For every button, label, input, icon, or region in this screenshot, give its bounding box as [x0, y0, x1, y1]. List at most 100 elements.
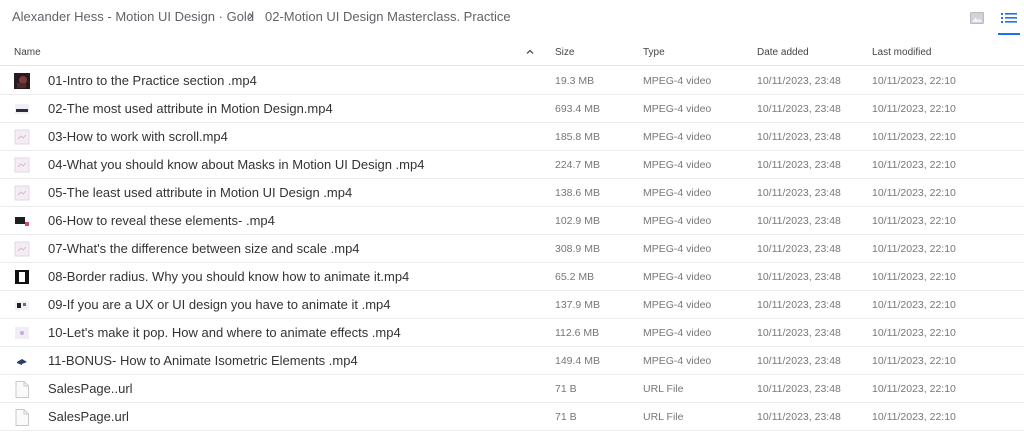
file-size: 308.9 MB — [555, 243, 600, 255]
file-last-modified: 10/11/2023, 22:10 — [872, 131, 956, 143]
video-thumbnail-icon — [14, 353, 30, 369]
file-name[interactable]: 08-Border radius. Why you should know ho… — [48, 269, 409, 284]
file-date-added: 10/11/2023, 23:48 — [757, 187, 841, 199]
file-size: 149.4 MB — [555, 355, 600, 367]
list-view-button[interactable] — [998, 8, 1020, 28]
video-thumbnail-icon — [14, 73, 30, 89]
file-size: 138.6 MB — [555, 187, 600, 199]
column-header-last-modified[interactable]: Last modified — [872, 47, 931, 58]
video-thumbnail-icon — [14, 297, 30, 313]
file-date-added: 10/11/2023, 23:48 — [757, 131, 841, 143]
file-row[interactable]: 02-The most used attribute in Motion Des… — [0, 95, 1024, 123]
breadcrumb-parent[interactable]: Alexander Hess - Motion UI Design · Gold — [12, 9, 254, 24]
file-row[interactable]: 08-Border radius. Why you should know ho… — [0, 263, 1024, 291]
file-type: MPEG-4 video — [643, 271, 712, 283]
file-size: 19.3 MB — [555, 75, 595, 87]
file-size: 224.7 MB — [555, 159, 600, 171]
column-header-name[interactable]: Name — [14, 47, 41, 58]
column-header-size[interactable]: Size — [555, 47, 574, 58]
file-type: MPEG-4 video — [643, 327, 712, 339]
breadcrumb-separator-icon: › — [248, 7, 253, 24]
file-last-modified: 10/11/2023, 22:10 — [872, 243, 956, 255]
file-size: 65.2 MB — [555, 271, 595, 283]
chevron-up-icon[interactable] — [525, 47, 535, 57]
file-row[interactable]: 01-Intro to the Practice section .mp4 19.… — [0, 67, 1024, 95]
file-name[interactable]: 05-The least used attribute in Motion UI… — [48, 185, 352, 200]
file-size: 71 B — [555, 411, 577, 423]
top-bar: Alexander Hess - Motion UI Design · Gold… — [0, 0, 1024, 36]
file-name[interactable]: 07-What's the difference between size an… — [48, 241, 360, 256]
file-type: MPEG-4 video — [643, 299, 712, 311]
file-size: 71 B — [555, 383, 577, 395]
file-size: 102.9 MB — [555, 215, 600, 227]
video-thumbnail-icon — [14, 101, 30, 117]
column-header-row: Name Size Type Date added Last modified — [0, 40, 1024, 66]
file-date-added: 10/11/2023, 23:48 — [757, 75, 841, 87]
file-last-modified: 10/11/2023, 22:10 — [872, 411, 956, 423]
file-date-added: 10/11/2023, 23:48 — [757, 299, 841, 311]
file-last-modified: 10/11/2023, 22:10 — [872, 383, 956, 395]
image-icon — [970, 12, 984, 24]
file-row[interactable]: 10-Let's make it pop. How and where to a… — [0, 319, 1024, 347]
file-type: MPEG-4 video — [643, 355, 712, 367]
file-last-modified: 10/11/2023, 22:10 — [872, 355, 956, 367]
file-name[interactable]: SalesPage..url — [48, 381, 133, 396]
column-header-date-added[interactable]: Date added — [757, 47, 809, 58]
file-row[interactable]: 03-How to work with scroll.mp4 185.8 MB MP… — [0, 123, 1024, 151]
column-header-type[interactable]: Type — [643, 47, 665, 58]
file-type: MPEG-4 video — [643, 215, 712, 227]
file-date-added: 10/11/2023, 23:48 — [757, 327, 841, 339]
file-row[interactable]: 06-How to reveal these elements- .mp4 102… — [0, 207, 1024, 235]
file-name[interactable]: 09-If you are a UX or UI design you have… — [48, 297, 391, 312]
file-date-added: 10/11/2023, 23:48 — [757, 383, 841, 395]
file-name[interactable]: 01-Intro to the Practice section .mp4 — [48, 73, 257, 88]
video-thumbnail-icon — [14, 129, 30, 145]
file-icon — [14, 380, 30, 398]
file-last-modified: 10/11/2023, 22:10 — [872, 299, 956, 311]
file-row[interactable]: SalesPage..url 71 B URL File 10/11/2023, 23… — [0, 375, 1024, 403]
file-last-modified: 10/11/2023, 22:10 — [872, 75, 956, 87]
video-thumbnail-icon — [14, 157, 30, 173]
file-list: 01-Intro to the Practice section .mp4 19.… — [0, 67, 1024, 431]
file-row[interactable]: 05-The least used attribute in Motion UI… — [0, 179, 1024, 207]
video-thumbnail-icon — [14, 325, 30, 341]
file-type: URL File — [643, 383, 684, 395]
breadcrumb-current: 02-Motion UI Design Masterclass. Practic… — [265, 9, 511, 24]
file-name[interactable]: SalesPage.url — [48, 409, 129, 424]
file-name[interactable]: 11-BONUS- How to Animate Isometric Eleme… — [48, 353, 358, 368]
file-date-added: 10/11/2023, 23:48 — [757, 271, 841, 283]
file-row[interactable]: 09-If you are a UX or UI design you have… — [0, 291, 1024, 319]
grid-view-button[interactable] — [966, 8, 988, 28]
file-date-added: 10/11/2023, 23:48 — [757, 103, 841, 115]
file-name[interactable]: 03-How to work with scroll.mp4 — [48, 129, 228, 144]
video-thumbnail-icon — [14, 269, 30, 285]
file-size: 185.8 MB — [555, 131, 600, 143]
file-row[interactable]: SalesPage.url 71 B URL File 10/11/2023, 23:… — [0, 403, 1024, 431]
file-type: MPEG-4 video — [643, 103, 712, 115]
file-last-modified: 10/11/2023, 22:10 — [872, 327, 956, 339]
file-name[interactable]: 06-How to reveal these elements- .mp4 — [48, 213, 275, 228]
file-date-added: 10/11/2023, 23:48 — [757, 243, 841, 255]
file-last-modified: 10/11/2023, 22:10 — [872, 103, 956, 115]
file-date-added: 10/11/2023, 23:48 — [757, 159, 841, 171]
video-thumbnail-icon — [14, 213, 30, 229]
file-row[interactable]: 04-What you should know about Masks in M… — [0, 151, 1024, 179]
file-date-added: 10/11/2023, 23:48 — [757, 411, 841, 423]
file-name[interactable]: 02-The most used attribute in Motion Des… — [48, 101, 333, 116]
video-thumbnail-icon — [14, 185, 30, 201]
file-date-added: 10/11/2023, 23:48 — [757, 355, 841, 367]
file-last-modified: 10/11/2023, 22:10 — [872, 271, 956, 283]
file-name[interactable]: 04-What you should know about Masks in M… — [48, 157, 424, 172]
file-row[interactable]: 07-What's the difference between size an… — [0, 235, 1024, 263]
file-type: MPEG-4 video — [643, 187, 712, 199]
file-size: 693.4 MB — [555, 103, 600, 115]
list-icon — [1001, 13, 1017, 23]
file-size: 137.9 MB — [555, 299, 600, 311]
file-row[interactable]: 11-BONUS- How to Animate Isometric Eleme… — [0, 347, 1024, 375]
file-size: 112.6 MB — [555, 327, 600, 339]
video-thumbnail-icon — [14, 241, 30, 257]
file-type: MPEG-4 video — [643, 75, 712, 87]
file-last-modified: 10/11/2023, 22:10 — [872, 215, 956, 227]
file-name[interactable]: 10-Let's make it pop. How and where to a… — [48, 325, 401, 340]
file-type: URL File — [643, 411, 684, 423]
